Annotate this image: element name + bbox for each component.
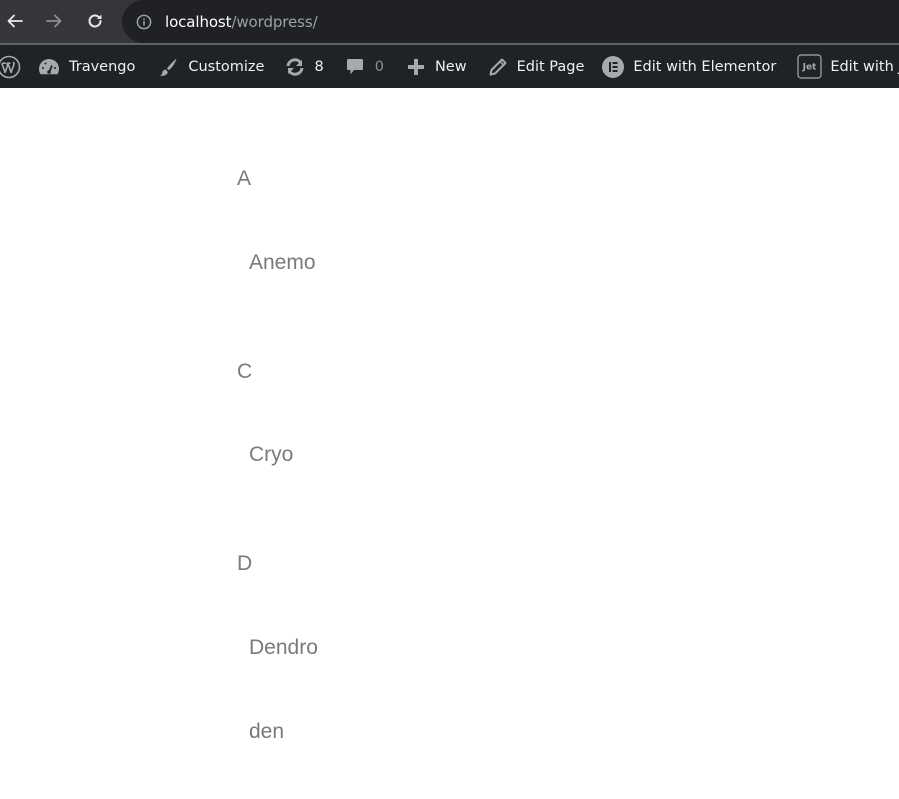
plus-icon [406,57,426,77]
wp-logo-menu[interactable] [0,45,21,88]
browser-toolbar: localhost/wordpress/ [0,0,899,43]
edit-with-elementor-label: Edit with Elementor [633,58,777,75]
glossary-term[interactable]: Anemo [249,251,316,275]
edit-with-elementor-link[interactable]: Edit with Elementor [602,45,776,88]
new-content-menu[interactable]: New [406,45,467,88]
comments-link[interactable]: 0 [345,45,384,88]
edit-page-label: Edit Page [516,58,585,75]
paintbrush-icon [157,56,179,78]
back-button[interactable] [1,7,29,35]
updates-refresh-icon [284,57,306,77]
pencil-icon [488,57,508,77]
updates-count: 8 [314,58,324,75]
glossary-term[interactable]: Dendro [249,636,318,660]
dashboard-gauge-icon [38,57,60,77]
url-host: localhost [165,12,232,31]
glossary-letter-d: D [237,552,253,575]
url-text[interactable]: localhost/wordpress/ [165,13,318,31]
glossary-term[interactable]: den [249,720,284,744]
reload-button[interactable] [81,7,109,35]
reload-icon [88,14,102,28]
edit-with-jet-link[interactable]: Jet Edit with J [797,45,899,88]
customize-link[interactable]: Customize [157,45,264,88]
wordpress-logo-icon [0,55,21,79]
edit-page-link[interactable]: Edit Page [488,45,585,88]
site-name-label: Travengo [69,58,136,75]
page-content: A Anemo C Cryo D Dendro den [0,88,899,799]
new-label: New [434,58,467,75]
site-name-menu[interactable]: Travengo [38,45,135,88]
elementor-logo-icon [602,55,625,78]
wp-admin-bar: Travengo Customize 8 0 New Edit Page Edi… [0,45,899,88]
comment-bubble-icon [345,56,365,78]
updates-link[interactable]: 8 [284,45,324,88]
jet-logo-icon: Jet [797,54,822,79]
comments-count: 0 [374,58,384,75]
svg-text:Jet: Jet [802,63,817,73]
address-bar[interactable]: localhost/wordpress/ [122,0,899,43]
url-path: /wordpress/ [231,12,318,31]
info-circle-icon[interactable] [136,14,152,30]
glossary-letter-c: C [237,360,253,383]
forward-button[interactable] [40,7,68,35]
customize-label: Customize [188,58,265,75]
glossary-term[interactable]: Cryo [249,443,293,467]
arrow-left-icon [7,14,23,28]
edit-with-jet-label: Edit with J [830,58,899,75]
arrow-right-icon [46,14,62,28]
glossary-letter-a: A [237,167,252,190]
